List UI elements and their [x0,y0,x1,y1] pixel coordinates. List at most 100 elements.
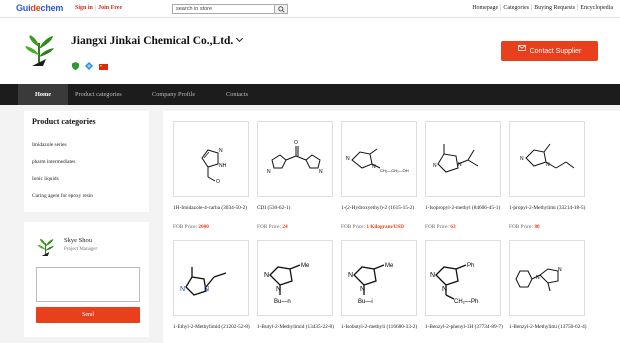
send-button[interactable]: Send [36,307,140,323]
product-categories-panel: Product categories Imidazole series phar… [24,111,149,212]
product-name[interactable]: 1-Ethyl-2-Methylimid (21202-52-8) [173,323,253,331]
svg-text:N: N [458,162,462,168]
svg-text:N: N [536,275,540,281]
company-badges [72,57,110,71]
product-name[interactable]: 1H-Imidazole-4-carba (3034-50-2) [173,204,253,212]
product-image[interactable]: N N Me Bu—i [341,240,417,316]
homepage-link[interactable]: Homepage [472,5,498,11]
svg-text:O: O [216,179,220,185]
company-name[interactable]: Jiangxi Jinkai Chemical Co.,Ltd. [71,34,244,47]
structure-isobutyl-methylimidazole: N N Me Bu—i [348,263,394,305]
product-image[interactable]: N N [509,121,585,197]
search-icon [278,6,285,13]
product-name[interactable]: CDI (530-62-1) [257,204,337,212]
svg-text:N: N [346,156,350,162]
join-free-link[interactable]: Join Free [98,5,122,11]
product-name[interactable]: 1-Benzyl-2-Methylimi (13750-62-4) [509,323,589,331]
product-name[interactable]: 1-Isobutyl-2-methyli (116680-33-2) [341,323,421,331]
structure-benzyl-phenylimidazole: N N Ph CH₂—Ph [430,263,478,305]
svg-text:N: N [546,162,550,168]
product-image[interactable]: N N Ph CH₂—Ph [425,240,501,316]
product-image[interactable]: N N Me Bu—n [257,240,333,316]
product-name[interactable]: 1-Butyl-2-Methylimid (13435-22-8) [257,323,337,331]
buying-requests-link[interactable]: Buying Requests [534,5,575,11]
nav-item-company-profile[interactable]: Company Profile [152,84,195,105]
sign-in-link[interactable]: Sign in [75,5,93,11]
svg-text:N: N [360,286,365,293]
product-name[interactable]: 1-(2-Hydroxyethyl)-2 (1615-15-2) [341,204,421,212]
svg-text:N: N [204,286,209,293]
product-image[interactable]: N NH O [173,121,249,197]
svg-text:N: N [219,148,223,154]
contact-avatar [37,238,54,256]
china-flag-icon [99,57,108,75]
product-name[interactable]: 1-Isopropyl-2-methyl (84606-45-1) [425,204,505,212]
product-price: FOB Price: 63 [425,224,456,230]
categories-link[interactable]: Categories [503,5,529,11]
svg-text:N: N [520,156,524,162]
company-header: Jiangxi Jinkai Chemical Co.,Ltd. Contact… [0,18,620,84]
svg-text:CH₂—Ph: CH₂—Ph [454,299,478,305]
message-textarea[interactable] [36,267,140,302]
product-image[interactable]: N N [173,240,249,316]
svg-text:N: N [442,286,447,293]
product-image[interactable]: O N N [257,121,333,197]
svg-text:NH: NH [219,163,227,169]
company-logo [25,35,54,66]
structure-isopropyl-methylimidazole: N N [433,144,479,173]
contact-role: Project Manager [64,247,98,252]
svg-text:Ph: Ph [467,263,474,269]
search-button[interactable] [275,4,288,14]
envelope-icon [517,40,526,60]
chevron-down-icon[interactable] [236,34,244,43]
structure-ethyl-methylimidazole: N N [180,267,227,296]
main-nav: Home Product categories Company Profile … [0,84,620,105]
svg-text:N: N [319,169,323,175]
nav-item-home[interactable]: Home [18,84,68,105]
structure-cdi: O N N [267,140,323,175]
svg-text:N: N [372,164,376,170]
structure-imidazole-carbaldehyde: N NH O [201,148,227,185]
category-item[interactable]: Ionic liquids [32,176,59,182]
svg-text:Me: Me [385,263,394,269]
category-item[interactable]: pharm intermediates [32,159,75,165]
search-input[interactable]: search in store [172,4,275,14]
product-price: FOB Price: 24 [257,224,288,230]
structure-benzyl-methylimidazole: N N [515,267,562,292]
site-logo[interactable]: Guidechem [16,3,63,13]
panel-title: Product categories [32,117,96,126]
top-bar: Guidechem Sign in | Join Free search in st… [0,0,620,18]
structure-hydroxyethyl-methylimidazole: N N CH₂—CH₂—OH [346,148,409,173]
svg-text:Bu—i: Bu—i [358,299,373,305]
header-links: Homepage | Categories | Buying Requests | Ency… [472,5,613,11]
svg-text:N: N [430,272,435,279]
structure-propyl-methylimidazole: N N [520,143,575,169]
product-image[interactable]: N N CH₂—CH₂—OH [341,121,417,197]
nav-item-contacts[interactable]: Contacts [226,84,248,105]
svg-text:N: N [558,267,562,273]
category-item[interactable]: Curing agent for epoxy resin [32,193,93,199]
nav-item-product-categories[interactable]: Product categories [75,84,122,105]
svg-text:N: N [267,169,271,175]
diamond-member-icon [85,57,93,75]
category-item[interactable]: Imidazole series [32,142,67,148]
product-price: FOB Price: 1 Kilogram/USD [341,224,405,230]
contact-supplier-button[interactable]: Contact Supplier [501,41,598,61]
structure-butyl-methylimidazole: N N Me Bu—n [264,263,310,305]
product-price: FOB Price: 80 [509,224,540,230]
contact-name: Skye Shou [64,237,92,244]
svg-text:N: N [264,272,269,279]
product-image[interactable]: N N [425,121,501,197]
svg-text:N: N [276,286,281,293]
product-name[interactable]: 1-propyl-2-Methylimi (33214-18-5) [509,204,589,212]
verified-shield-icon [72,57,79,75]
svg-text:CH₂—CH₂—OH: CH₂—CH₂—OH [380,168,409,173]
encyclopedia-link[interactable]: Encyclopedia [580,5,613,11]
svg-text:N: N [180,286,185,293]
product-name[interactable]: 1-Benzyl-2-phenyl-1H (37734-89-7) [425,323,505,331]
svg-text:N: N [433,163,437,169]
svg-text:O: O [294,140,298,146]
product-price: FOB Price: 2000 [173,224,209,230]
svg-text:Bu—n: Bu—n [274,299,291,305]
product-image[interactable]: N N [509,240,585,316]
